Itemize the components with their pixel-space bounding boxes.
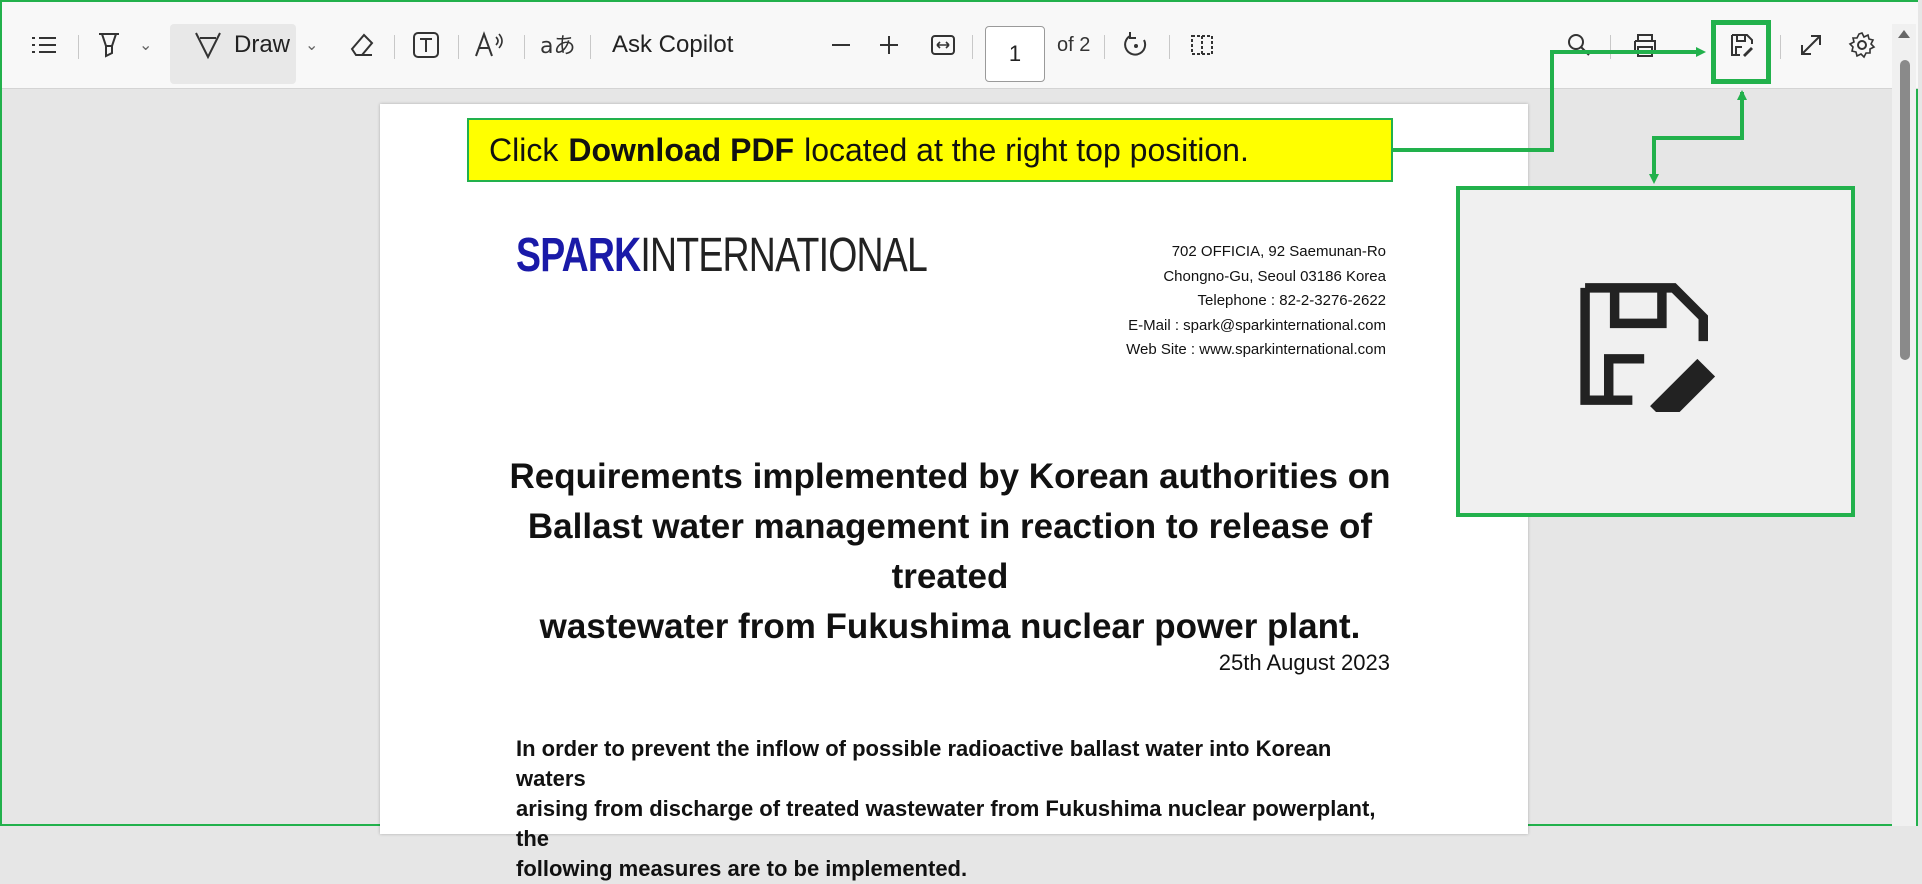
expand-icon[interactable] [1798,2,1824,88]
toolbar-divider [1780,35,1781,59]
company-logo: SPARKINTERNATIONAL [516,228,928,283]
toolbar-divider [590,35,591,59]
address-line: Web Site : www.sparkinternational.com [1126,341,1386,358]
gear-icon[interactable] [1848,2,1876,88]
scroll-up-arrow-icon[interactable] [1898,30,1910,38]
company-address: 702 OFFICIA, 92 Saemunan-Ro Chongno-Gu, … [1126,240,1386,363]
document-body: In order to prevent the inflow of possib… [516,734,1396,884]
body-line: following measures are to be implemented… [516,856,968,881]
toolbar-divider [458,35,459,59]
address-line: E-Mail : spark@sparkinternational.com [1128,316,1386,334]
callout-bold-text: Download PDF [568,131,795,168]
text-box-icon[interactable] [412,2,440,88]
eraser-icon[interactable] [348,2,376,88]
fit-width-icon[interactable] [930,2,956,88]
chevron-down-icon[interactable]: ⌄ [139,2,152,88]
save-as-icon [1580,283,1716,412]
chevron-down-icon[interactable]: ⌄ [305,2,318,88]
toolbar-divider [524,35,525,59]
save-button-highlight [1711,20,1771,84]
address-line: Telephone : 82-2-3276-2622 [1197,292,1386,309]
document-date: 25th August 2023 [1218,650,1390,675]
svg-text:aあ: aあ [540,34,574,59]
toolbar-divider [972,35,973,59]
toolbar-divider [1104,35,1105,59]
page-view-icon[interactable] [1188,2,1216,88]
callout-prefix: Click [489,131,559,168]
body-line: In order to prevent the inflow of possib… [516,736,1332,791]
body-line: arising from discharge of treated wastew… [516,796,1376,851]
vertical-scrollbar[interactable] [1892,24,1916,826]
list-icon[interactable] [30,2,58,88]
title-line: Ballast water management in reaction to … [527,507,1373,596]
toolbar-divider [1169,35,1170,59]
toolbar-divider [1610,35,1611,59]
title-line: Requirements implemented by Korean autho… [509,457,1391,496]
zoomed-save-icon-panel [1456,186,1855,517]
toolbar-divider [78,35,79,59]
callout-suffix: located at the right top position. [804,131,1249,168]
translate-icon[interactable]: aあ [540,2,574,88]
plus-icon[interactable] [878,2,900,88]
minus-icon[interactable] [830,2,852,88]
document-title: Requirements implemented by Korean autho… [500,452,1400,652]
address-line: Chongno-Gu, Seoul 03186 Korea [1163,267,1386,285]
title-line: wastewater from Fukushima nuclear power … [539,607,1361,646]
highlighter-icon[interactable] [96,2,122,88]
logo-rest-text: INTERNATIONAL [640,229,928,282]
read-aloud-icon[interactable] [474,2,506,88]
instruction-callout: Click Download PDF located at the right to… [467,118,1393,182]
page-total: of 2 [1057,33,1091,56]
rotate-icon[interactable] [1122,2,1150,88]
ask-copilot-button[interactable]: Ask Copilot [612,2,733,88]
logo-bold-text: SPARK [516,229,641,282]
page-number-input[interactable]: 1 [985,26,1045,82]
toolbar-divider [394,35,395,59]
scrollbar-thumb[interactable] [1900,60,1910,360]
search-icon[interactable] [1566,2,1592,88]
draw-label: Draw [234,31,291,58]
print-icon[interactable] [1632,2,1658,88]
draw-icon [194,2,222,88]
address-line: 702 OFFICIA, 92 Saemunan-Ro [1171,243,1386,260]
pdf-toolbar: ⌄ Draw ⌄ aあ Ask Copilot 1 of 2 [2,2,1918,89]
